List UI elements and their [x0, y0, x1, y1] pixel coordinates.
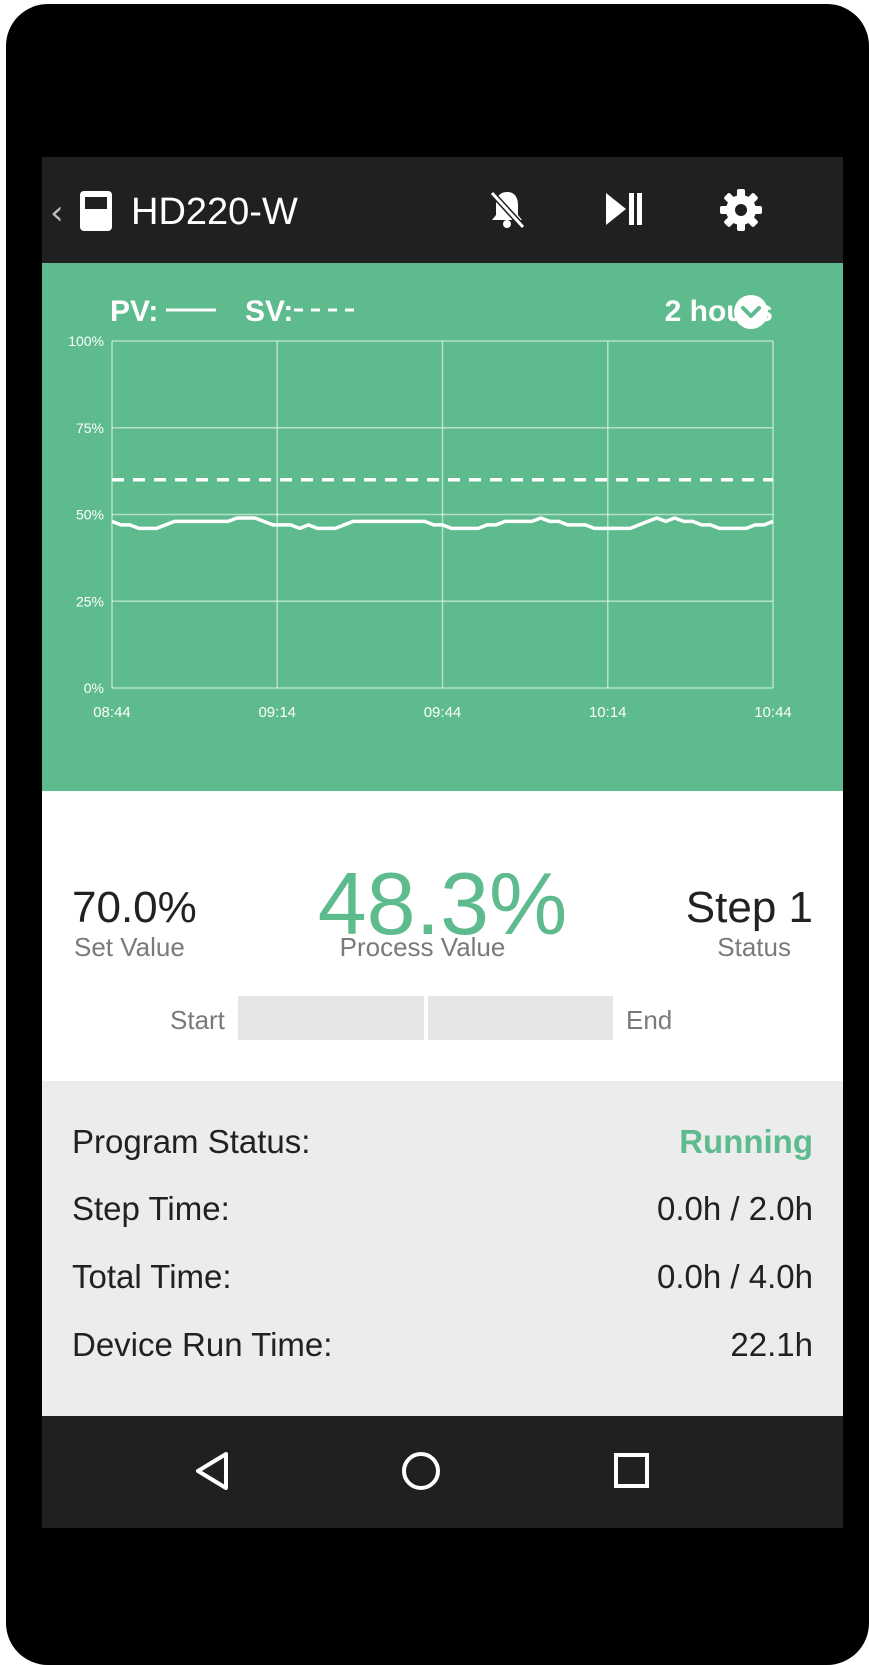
y-tick-label: 50% — [76, 507, 104, 523]
y-tick-label: 75% — [76, 420, 104, 436]
app-screen: ‹ HD220-W PV: SV: 2 hours 100% 75% 50% 2… — [42, 157, 843, 1528]
process-chart: 100% 75% 50% 25% 0% 08:44 09:14 09:44 10:14 10:44 — [68, 333, 792, 721]
y-tick-label: 100% — [68, 333, 104, 349]
y-tick-label: 25% — [76, 593, 104, 609]
bell-off-icon[interactable] — [485, 187, 529, 231]
play-pause-icon[interactable] — [602, 187, 646, 231]
program-status-value: Running — [679, 1123, 813, 1160]
progress-start-label: Start — [170, 1005, 225, 1035]
home-icon[interactable] — [398, 1448, 444, 1494]
back-icon[interactable] — [190, 1448, 234, 1494]
run-time-value: 22.1h — [730, 1326, 813, 1363]
x-tick-label: 10:44 — [754, 704, 792, 721]
x-tick-label: 09:14 — [258, 704, 296, 721]
y-tick-label: 0% — [84, 680, 104, 696]
system-nav-bar — [42, 1416, 843, 1528]
program-info-panel: Program Status: Running Step Time: 0.0h … — [42, 1081, 843, 1416]
step-time-label: Step Time: — [72, 1190, 230, 1227]
total-time-label: Total Time: — [72, 1258, 232, 1295]
device-icon — [80, 191, 112, 231]
back-chevron-icon[interactable]: ‹ — [50, 193, 64, 233]
run-time-row: Device Run Time: 22.1h — [72, 1326, 813, 1376]
status-label: Status — [717, 932, 791, 962]
readings-panel: 70.0% Set Value 48.3% Process Value Step… — [42, 791, 843, 1081]
top-app-bar: ‹ HD220-W — [42, 157, 843, 263]
gear-icon[interactable] — [718, 187, 764, 233]
recents-icon[interactable] — [610, 1448, 654, 1494]
x-tick-label: 08:44 — [93, 704, 131, 721]
progress-segment-2 — [428, 996, 613, 1040]
progress-end-label: End — [626, 1005, 673, 1035]
run-time-label: Device Run Time: — [72, 1326, 333, 1363]
progress-segment-1 — [238, 996, 424, 1040]
device-title: HD220-W — [131, 191, 298, 233]
x-tick-label: 10:14 — [589, 704, 627, 721]
step-time-value: 0.0h / 2.0h — [657, 1190, 813, 1227]
phone-frame: ‹ HD220-W PV: SV: 2 hours 100% 75% 50% 2… — [6, 4, 869, 1665]
program-status-label: Program Status: — [72, 1123, 311, 1160]
step-time-row: Step Time: 0.0h / 2.0h — [72, 1190, 813, 1240]
x-tick-label: 09:44 — [424, 704, 462, 721]
total-time-value: 0.0h / 4.0h — [657, 1258, 813, 1295]
total-time-row: Total Time: 0.0h / 4.0h — [72, 1258, 813, 1308]
status-value: Step 1 — [685, 883, 813, 932]
graph-panel: PV: SV: 2 hours 100% 75% 50% 25% 0% 08:44 09:1… — [42, 263, 843, 791]
process-value-label: Process Value — [339, 932, 506, 962]
program-status-row: Program Status: Running — [72, 1123, 813, 1173]
